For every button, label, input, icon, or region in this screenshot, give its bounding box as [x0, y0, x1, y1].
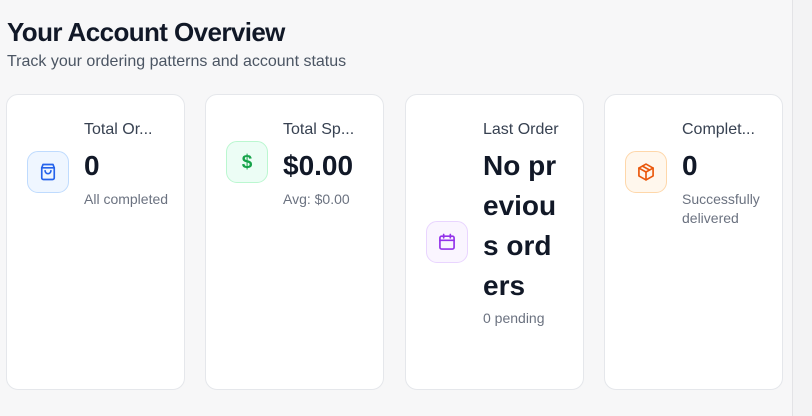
card-label: Last Order: [483, 121, 559, 138]
page-title: Your Account Overview: [7, 17, 285, 47]
card-subtext: 0 pending: [483, 310, 545, 326]
card-label: Total Sp...: [283, 121, 355, 138]
total-orders-card: Total Or... 0 All completed: [6, 94, 185, 390]
card-value: $0.00: [283, 150, 354, 181]
card-value: 0: [682, 150, 698, 181]
dollar-icon: $: [226, 141, 268, 183]
page-header: Your Account Overview Track your orderin…: [7, 16, 346, 73]
page-subtitle: Track your ordering patterns and account…: [7, 53, 347, 70]
calendar-icon: [426, 221, 468, 263]
card-label: Complet...: [682, 121, 755, 138]
total-spent-card: $ Total Sp... $0.00 Avg: $0.00: [205, 94, 384, 390]
shopping-bag-icon: [27, 151, 69, 193]
completed-orders-card: Complet... 0 Successfully delivered: [604, 94, 783, 390]
card-value: 0: [84, 150, 100, 181]
card-label: Total Or...: [84, 121, 153, 138]
card-subtext: All completed: [84, 191, 169, 207]
page-scrollbar[interactable]: [792, 0, 812, 416]
card-subtext: Successfully delivered: [682, 191, 760, 226]
card-value: No previous orders: [483, 150, 557, 301]
package-icon: [625, 151, 667, 193]
card-subtext: Avg: $0.00: [283, 191, 350, 207]
last-order-card: Last Order No previous orders 0 pending: [405, 94, 584, 390]
